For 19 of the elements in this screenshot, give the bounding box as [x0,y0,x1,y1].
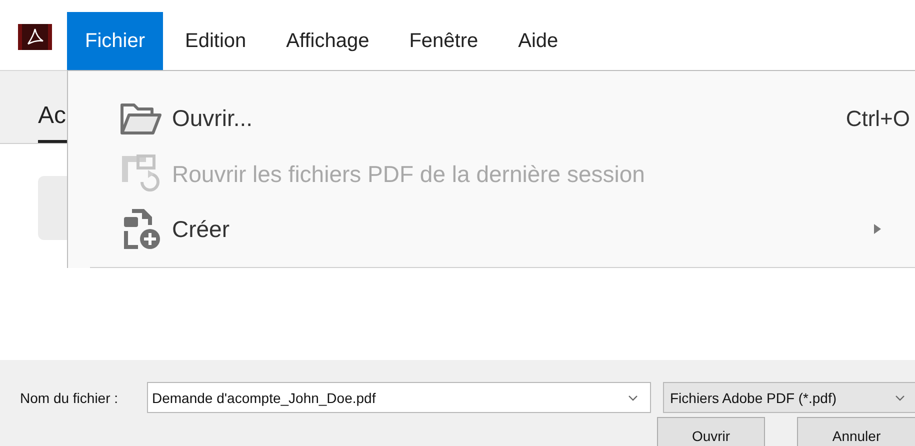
folder-icon [120,102,162,136]
shortcut-text: Ctrl+O [846,106,910,132]
filename-combo[interactable]: Demande d'acompte_John_Doe.pdf [147,382,651,413]
menu-entry[interactable]: Créer [68,202,915,258]
window-refresh-icon [120,154,162,194]
chevron-down-icon [628,394,638,400]
app-logo-icon [18,24,52,50]
cancel-button[interactable]: Annuler [797,417,915,446]
menu-item[interactable]: Fenêtre [391,12,496,70]
open-button[interactable]: Ouvrir [657,417,765,446]
field-label: Nom du fichier : [19,390,120,406]
menu-item[interactable]: Edition [167,12,264,70]
menu-item[interactable]: Aide [500,12,576,70]
card-background [38,176,67,240]
menu-item[interactable]: Fichier [67,12,164,70]
chevron-down-icon [895,394,905,400]
menu-item[interactable]: Affichage [268,12,388,70]
file-type-dropdown[interactable]: Fichiers Adobe PDF (*.pdf) [663,382,915,413]
menu-entry[interactable]: Ouvrir... Ctrl+O [68,91,915,146]
